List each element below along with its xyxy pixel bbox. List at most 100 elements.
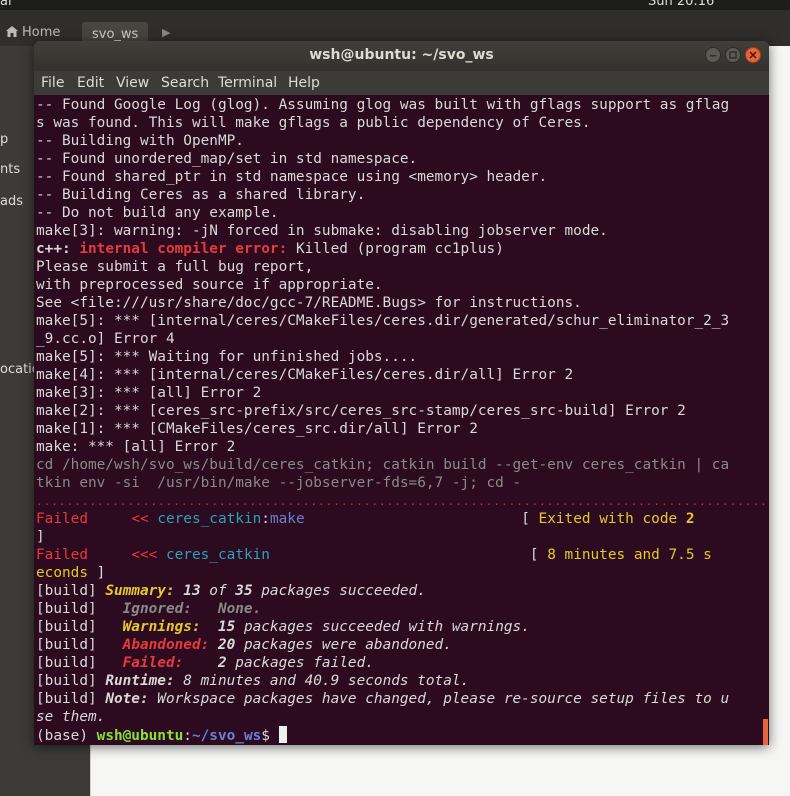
top-bar: al Sun 20:16 [0, 0, 790, 10]
terminal-text: ] [87, 565, 106, 581]
terminal-text: 2 [685, 511, 695, 527]
files-sidebar: p nts ads ocatio [0, 46, 40, 796]
terminal-text: packages were abandoned. [235, 637, 452, 653]
terminal-text: Exited with code [538, 511, 686, 527]
terminal-text: Abandoned: [122, 637, 218, 653]
minimize-button[interactable] [705, 47, 721, 63]
terminal-text: -- Found unordered_map/set in std namesp… [36, 151, 418, 167]
terminal-text: Summary: [105, 583, 184, 599]
terminal-text: See <file:///usr/share/doc/gcc-7/README.… [36, 295, 582, 311]
terminal-text: <<< [131, 547, 158, 563]
terminal-text: ] [36, 529, 45, 545]
terminal-text: [build] [36, 691, 106, 707]
terminal-text: Warnings: [122, 619, 218, 635]
title-bar[interactable]: wsh@ubuntu: ~/svo_ws [34, 41, 769, 71]
terminal-line: [build] Summary: 13 of 35 packages succe… [36, 582, 769, 600]
terminal-text: Ignored: None. [122, 601, 262, 617]
terminal-line: -- Building Ceres as a shared library. [36, 186, 769, 204]
terminal-text: [build] [36, 637, 123, 653]
terminal-text: -- Building Ceres as a shared library. [36, 187, 366, 203]
terminal-text: [build] [36, 655, 123, 671]
terminal-text: 20 [217, 637, 236, 653]
terminal-line: ] [36, 528, 769, 546]
terminal-line: ........................................… [36, 492, 769, 510]
terminal-text: -- Found shared_ptr in std namespace usi… [36, 169, 548, 185]
terminal-text: make[2]: *** [ceres_src-prefix/src/ceres… [36, 403, 686, 419]
home-crumb[interactable]: Home [6, 25, 60, 40]
terminal-text: ceres_catkin [157, 511, 262, 527]
terminal-line: -- Building with OpenMP. [36, 132, 769, 150]
terminal-text: 35 [235, 583, 253, 599]
terminal-text: ........................................… [36, 495, 769, 508]
terminal-text: Failed [36, 547, 88, 563]
terminal-text: Killed (program cc1plus) [295, 241, 504, 257]
terminal-text: [build] [36, 619, 123, 635]
terminal-text: make[1]: *** [CMakeFiles/ceres_src.dir/a… [36, 421, 478, 437]
terminal-text: Failed: [122, 655, 218, 671]
terminal-text: ceres_catkin [165, 547, 270, 563]
terminal-text: econds [36, 565, 88, 581]
terminal-text: with preprocessed source if appropriate. [36, 277, 383, 293]
terminal-line: se them. [36, 708, 769, 726]
sidebar-item-fragment[interactable]: p [0, 132, 8, 147]
maximize-icon [729, 51, 737, 59]
text-cursor [278, 726, 287, 743]
terminal-text: -- Do not build any example. [36, 205, 279, 221]
terminal-line: Failed << ceres_catkin:make [ Exited wit… [36, 510, 769, 528]
terminal-line: [build] Ignored: None. [36, 600, 769, 618]
terminal-text: make[4]: *** [internal/ceres/CMakeFiles/… [36, 367, 574, 383]
terminal-text: packages succeeded. [252, 583, 426, 599]
terminal-line: (base) wsh@ubuntu:~/svo_ws$ [36, 726, 769, 744]
terminal-text: : [183, 728, 192, 744]
terminal-window: wsh@ubuntu: ~/svo_ws File Edit View Sear… [34, 41, 769, 745]
menu-file[interactable]: File [41, 75, 64, 91]
clock[interactable]: Sun 20:16 [648, 0, 714, 9]
terminal-text: $ [261, 728, 279, 744]
terminal-line: make: *** [all] Error 2 [36, 438, 769, 456]
menu-view[interactable]: View [116, 75, 149, 91]
app-menu[interactable]: al [0, 0, 12, 9]
terminal-text: tkin env -si /usr/bin/make --jobserver-f… [36, 475, 522, 491]
close-icon [749, 51, 757, 59]
terminal-line: Failed <<< ceres_catkin [ 8 minutes and … [36, 546, 769, 564]
terminal-text: packages succeeded with warnings. [235, 619, 530, 635]
chevron-right-icon[interactable]: ▶ [162, 26, 170, 39]
menu-edit[interactable]: Edit [77, 75, 104, 91]
terminal-line: make[4]: *** [internal/ceres/CMakeFiles/… [36, 366, 769, 384]
terminal-line: -- Do not build any example. [36, 204, 769, 222]
terminal-line: -- Found shared_ptr in std namespace usi… [36, 168, 769, 186]
terminal-line: make[3]: *** [all] Error 2 [36, 384, 769, 402]
terminal-output[interactable]: -- Found Google Log (glog). Assuming glo… [34, 95, 769, 745]
terminal-line: [build] Failed: 2 packages failed. [36, 654, 769, 672]
sidebar-item-fragment[interactable]: ads [0, 194, 23, 209]
terminal-text: 15 [217, 619, 236, 635]
home-icon [6, 26, 18, 37]
terminal-line: [build] Warnings: 15 packages succeeded … [36, 618, 769, 636]
terminal-text: cd /home/wsh/svo_ws/build/ceres_catkin; … [36, 457, 730, 473]
minimize-icon [710, 55, 716, 57]
sidebar-item-fragment[interactable]: nts [0, 162, 20, 177]
terminal-text: [ [269, 547, 548, 563]
terminal-text: 8 minutes and 7.5 s [547, 547, 712, 563]
menu-terminal[interactable]: Terminal [218, 75, 277, 91]
terminal-text: packages failed. [226, 655, 374, 671]
close-button[interactable] [745, 47, 761, 63]
terminal-text: Please submit a full bug report, [36, 259, 314, 275]
terminal-text: make: *** [all] Error 2 [36, 439, 236, 455]
terminal-text: Failed [36, 511, 88, 527]
terminal-text: [ [304, 511, 539, 527]
menu-search[interactable]: Search [161, 75, 209, 91]
terminal-line: s was found. This will make gflags a pub… [36, 114, 769, 132]
menu-help[interactable]: Help [288, 75, 320, 91]
maximize-button[interactable] [725, 47, 741, 63]
terminal-line: [build] Note: Workspace packages have ch… [36, 690, 769, 708]
terminal-text: ~/svo_ws [191, 728, 262, 744]
terminal-line: make[3]: warning: -jN forced in submake:… [36, 222, 769, 240]
terminal-text: 8 minutes and 40.9 seconds total. [183, 673, 470, 689]
scrollbar[interactable] [763, 719, 768, 745]
terminal-text: make[5]: *** [internal/ceres/CMakeFiles/… [36, 313, 730, 329]
terminal-text: Workspace packages have changed, please … [157, 691, 730, 707]
